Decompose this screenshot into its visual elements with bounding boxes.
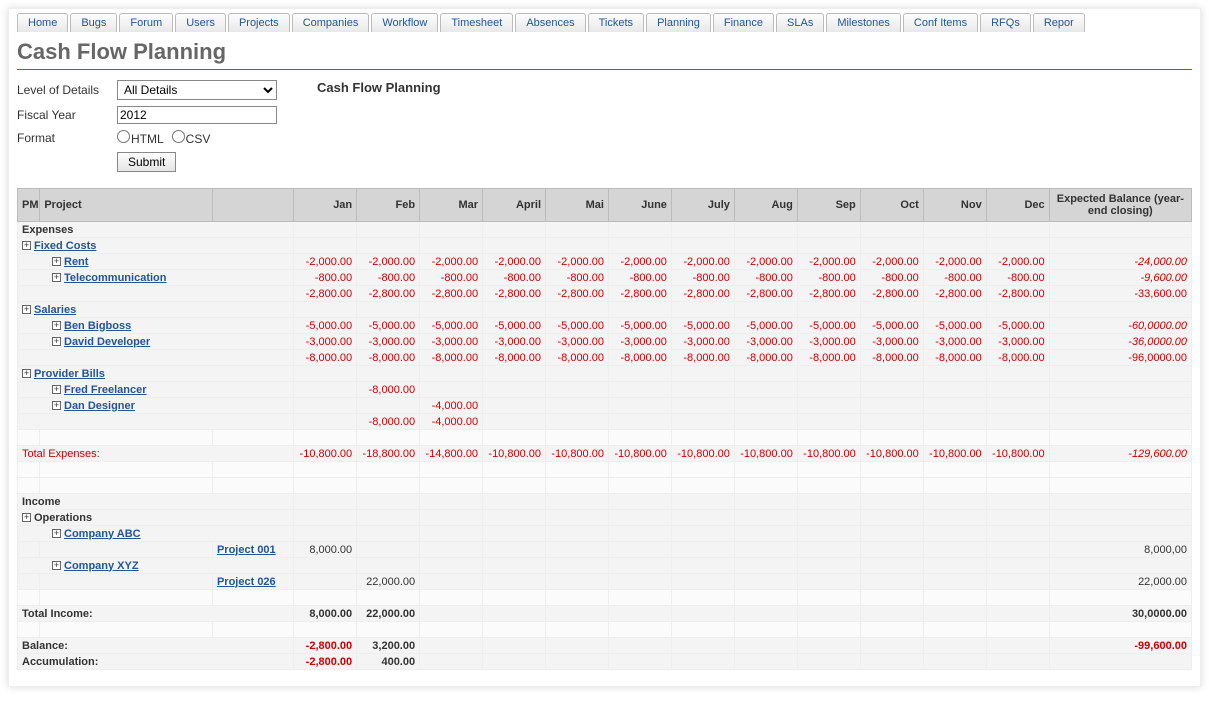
expand-icon[interactable]: + — [52, 337, 61, 346]
project-001-row: Project 0018,000.008,000,00 — [18, 542, 1192, 558]
cash-flow-grid: PMProjectJanFebMarAprilMaiJuneJulyAugSep… — [17, 188, 1192, 670]
tab-rfqs[interactable]: RFQs — [980, 13, 1031, 32]
expand-icon[interactable]: + — [52, 273, 61, 282]
level-of-details-label: Level of Details — [17, 83, 117, 97]
expand-icon[interactable]: + — [22, 305, 31, 314]
expenses-header: Expenses — [18, 222, 1192, 238]
tab-workflow[interactable]: Workflow — [371, 13, 438, 32]
rent-link[interactable]: Rent — [64, 256, 88, 268]
tab-home[interactable]: Home — [17, 13, 68, 32]
total-income-row: Total Income:8,000.0022,000.0030,0000.00 — [18, 606, 1192, 622]
fixed-subtotal-row: -2,800.00-2,800.00-2,800.00-2,800.00-2,8… — [18, 286, 1192, 302]
provider-row: +Provider Bills — [18, 366, 1192, 382]
tab-repor[interactable]: Repor — [1033, 13, 1085, 32]
operations-row: +Operations — [18, 510, 1192, 526]
ben-link[interactable]: Ben Bigboss — [64, 320, 131, 332]
tab-projects[interactable]: Projects — [228, 13, 290, 32]
provider-link[interactable]: Provider Bills — [34, 368, 105, 380]
telecom-row: +Telecommunication-800.00-800.00-800.00-… — [18, 270, 1192, 286]
fiscal-year-input[interactable] — [117, 106, 277, 124]
expected-balance-header: Expected Balance (year-end closing) — [1049, 189, 1191, 222]
expand-icon[interactable]: + — [52, 385, 61, 394]
tab-slas[interactable]: SLAs — [776, 13, 824, 32]
project-026-row: Project 02622,000.0022,000.00 — [18, 574, 1192, 590]
ben-row: +Ben Bigboss-5,000.00-5,000.00-5,000.00-… — [18, 318, 1192, 334]
tab-milestones[interactable]: Milestones — [826, 13, 901, 32]
telecom-link[interactable]: Telecommunication — [64, 272, 166, 284]
dan-link[interactable]: Dan Designer — [64, 400, 135, 412]
accumulation-row: Accumulation:-2,800.00400.00 — [18, 654, 1192, 670]
fred-row: +Fred Freelancer-8,000.00 — [18, 382, 1192, 398]
expand-icon[interactable]: + — [52, 401, 61, 410]
expand-icon[interactable]: + — [52, 529, 61, 538]
format-html-radio[interactable] — [117, 130, 130, 143]
tab-bugs[interactable]: Bugs — [70, 13, 117, 32]
fixed-costs-link[interactable]: Fixed Costs — [34, 240, 96, 252]
tab-absences[interactable]: Absences — [515, 13, 585, 32]
total-expenses-row: Total Expenses:-10,800.00-18,800.00-14,8… — [18, 446, 1192, 462]
salaries-subtotal-row: -8,000.00-8,000.00-8,000.00-8,000.00-8,0… — [18, 350, 1192, 366]
project-026-row-link[interactable]: Project 026 — [217, 576, 276, 588]
level-of-details-select[interactable]: All Details — [117, 80, 277, 100]
david-row: +David Developer-3,000.00-3,000.00-3,000… — [18, 334, 1192, 350]
project-001-row-link[interactable]: Project 001 — [217, 544, 276, 556]
tab-timesheet[interactable]: Timesheet — [440, 13, 513, 32]
tab-conf-items[interactable]: Conf Items — [903, 13, 978, 32]
salaries-link[interactable]: Salaries — [34, 304, 76, 316]
income-header: Income — [18, 494, 1192, 510]
tab-users[interactable]: Users — [175, 13, 226, 32]
expand-icon[interactable]: + — [52, 257, 61, 266]
company-abc-link[interactable]: Company ABC — [64, 528, 141, 540]
format-label: Format — [17, 131, 117, 145]
dan-row: +Dan Designer-4,000.00 — [18, 398, 1192, 414]
balance-row: Balance:-2,800.003,200.00-99,600.00 — [18, 638, 1192, 654]
fred-link[interactable]: Fred Freelancer — [64, 384, 147, 396]
fixed-costs-row: +Fixed Costs — [18, 238, 1192, 254]
david-link[interactable]: David Developer — [64, 336, 150, 348]
provider-subtotal-row: -8,000.00-4,000.00 — [18, 414, 1192, 430]
section-title: Cash Flow Planning — [317, 80, 441, 172]
submit-button[interactable]: Submit — [117, 152, 176, 172]
page-title: Cash Flow Planning — [17, 39, 1192, 70]
expand-icon[interactable]: + — [22, 369, 31, 378]
tab-forum[interactable]: Forum — [119, 13, 173, 32]
company-xyz-row: +Company XYZ — [18, 558, 1192, 574]
main-tabs: HomeBugsForumUsersProjectsCompaniesWorkf… — [17, 13, 1192, 33]
company-abc-row: +Company ABC — [18, 526, 1192, 542]
tab-planning[interactable]: Planning — [646, 13, 711, 32]
tab-companies[interactable]: Companies — [292, 13, 370, 32]
expand-icon[interactable]: + — [52, 561, 61, 570]
format-csv-radio[interactable] — [172, 130, 185, 143]
rent-row: +Rent-2,000.00-2,000.00-2,000.00-2,000.0… — [18, 254, 1192, 270]
salaries-row: +Salaries — [18, 302, 1192, 318]
expand-icon[interactable]: + — [52, 321, 61, 330]
expand-icon[interactable]: + — [22, 241, 31, 250]
expand-icon[interactable]: + — [22, 513, 31, 522]
company-xyz-link[interactable]: Company XYZ — [64, 560, 139, 572]
tab-finance[interactable]: Finance — [713, 13, 774, 32]
tab-tickets[interactable]: Tickets — [588, 13, 644, 32]
fiscal-year-label: Fiscal Year — [17, 108, 117, 122]
